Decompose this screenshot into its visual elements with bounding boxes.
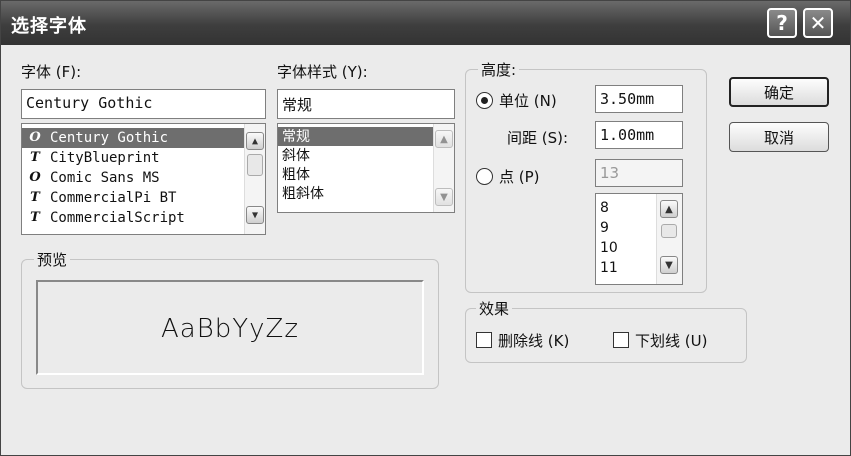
effects-group-label: 效果 bbox=[476, 298, 513, 319]
close-icon: ✕ bbox=[809, 11, 827, 35]
dialog-title: 选择字体 bbox=[11, 16, 87, 37]
chevron-up-icon: ▲ bbox=[251, 135, 259, 147]
unit-radio[interactable] bbox=[476, 92, 493, 109]
strikethrough-checkbox[interactable] bbox=[476, 332, 492, 348]
scroll-up-button[interactable]: ▲ bbox=[435, 130, 453, 148]
shx-font-icon: T bbox=[30, 210, 40, 225]
preview-box: AaBbYyZz bbox=[36, 280, 424, 375]
list-item[interactable]: T CommercialPi BT bbox=[22, 188, 265, 208]
font-list-scrollbar[interactable]: ▲ ▼ bbox=[244, 124, 265, 234]
font-item-label: CityBlueprint bbox=[50, 150, 160, 166]
close-button[interactable]: ✕ bbox=[803, 8, 833, 38]
cancel-button[interactable]: 取消 bbox=[729, 122, 829, 152]
font-label: 字体 (F): bbox=[21, 63, 82, 81]
preview-sample-text: AaBbYyZz bbox=[161, 314, 299, 344]
spacing-label: 间距 (S): bbox=[507, 129, 569, 147]
style-input[interactable]: 常规 bbox=[277, 89, 455, 119]
chevron-down-icon: ▼ bbox=[251, 209, 259, 221]
spacing-value-input[interactable]: 1.00mm bbox=[595, 121, 683, 149]
point-list-scrollbar[interactable]: ▲ ▼ bbox=[656, 194, 682, 284]
chevron-up-icon: ▲ bbox=[665, 203, 673, 215]
list-item[interactable]: 常规 bbox=[278, 127, 454, 146]
list-item[interactable]: T CityBlueprint bbox=[22, 148, 265, 168]
point-size-list[interactable]: 8 9 10 11 ▲ ▼ bbox=[595, 193, 683, 285]
font-item-label: Comic Sans MS bbox=[50, 170, 160, 186]
font-item-label: Century Gothic bbox=[50, 130, 169, 146]
unit-value-input[interactable]: 3.50mm bbox=[595, 85, 683, 113]
scroll-thumb[interactable] bbox=[661, 224, 677, 238]
scroll-up-button[interactable]: ▲ bbox=[660, 200, 678, 218]
strikethrough-label: 删除线 (K) bbox=[498, 332, 570, 350]
style-label: 字体样式 (Y): bbox=[277, 63, 368, 81]
list-item[interactable]: 粗斜体 bbox=[278, 184, 454, 203]
point-radio[interactable] bbox=[476, 168, 493, 185]
list-item[interactable]: O Century Gothic bbox=[22, 128, 265, 148]
ok-button[interactable]: 确定 bbox=[729, 77, 829, 107]
list-item[interactable]: 斜体 bbox=[278, 146, 454, 165]
unit-label: 单位 (N) bbox=[499, 92, 557, 110]
point-size-input[interactable]: 13 bbox=[595, 159, 683, 187]
height-group-label: 高度: bbox=[478, 59, 520, 80]
underline-label: 下划线 (U) bbox=[635, 332, 708, 350]
underline-checkbox[interactable] bbox=[613, 332, 629, 348]
truetype-font-icon: O bbox=[29, 130, 41, 145]
chevron-down-icon: ▼ bbox=[440, 191, 448, 203]
scroll-down-button[interactable]: ▼ bbox=[435, 188, 453, 206]
scroll-thumb[interactable] bbox=[247, 154, 263, 176]
font-dialog: 选择字体 ? ✕ 字体 (F): Century Gothic O Century… bbox=[0, 0, 851, 456]
style-list-scrollbar[interactable]: ▲ ▼ bbox=[433, 124, 454, 212]
help-icon: ? bbox=[776, 11, 788, 35]
list-item[interactable]: T CommercialScript bbox=[22, 208, 265, 228]
preview-group-label: 预览 bbox=[34, 249, 71, 270]
title-bar[interactable]: 选择字体 ? ✕ bbox=[1, 1, 850, 45]
font-item-label: CommercialScript bbox=[50, 210, 185, 226]
help-button[interactable]: ? bbox=[767, 8, 797, 38]
scroll-up-button[interactable]: ▲ bbox=[246, 132, 264, 150]
scroll-down-button[interactable]: ▼ bbox=[246, 206, 264, 224]
chevron-down-icon: ▼ bbox=[665, 259, 673, 271]
font-item-label: CommercialPi BT bbox=[50, 190, 177, 206]
font-list[interactable]: O Century Gothic T CityBlueprint O Comic Sa… bbox=[21, 123, 266, 235]
scroll-down-button[interactable]: ▼ bbox=[660, 256, 678, 274]
point-label: 点 (P) bbox=[499, 168, 540, 186]
style-list[interactable]: 常规 斜体 粗体 粗斜体 ▲ ▼ bbox=[277, 123, 455, 213]
chevron-up-icon: ▲ bbox=[440, 133, 448, 145]
truetype-font-icon: O bbox=[29, 170, 41, 185]
shx-font-icon: T bbox=[30, 190, 40, 205]
list-item[interactable]: O Comic Sans MS bbox=[22, 168, 265, 188]
shx-font-icon: T bbox=[30, 150, 40, 165]
font-name-input[interactable]: Century Gothic bbox=[21, 89, 266, 119]
list-item[interactable]: 粗体 bbox=[278, 165, 454, 184]
